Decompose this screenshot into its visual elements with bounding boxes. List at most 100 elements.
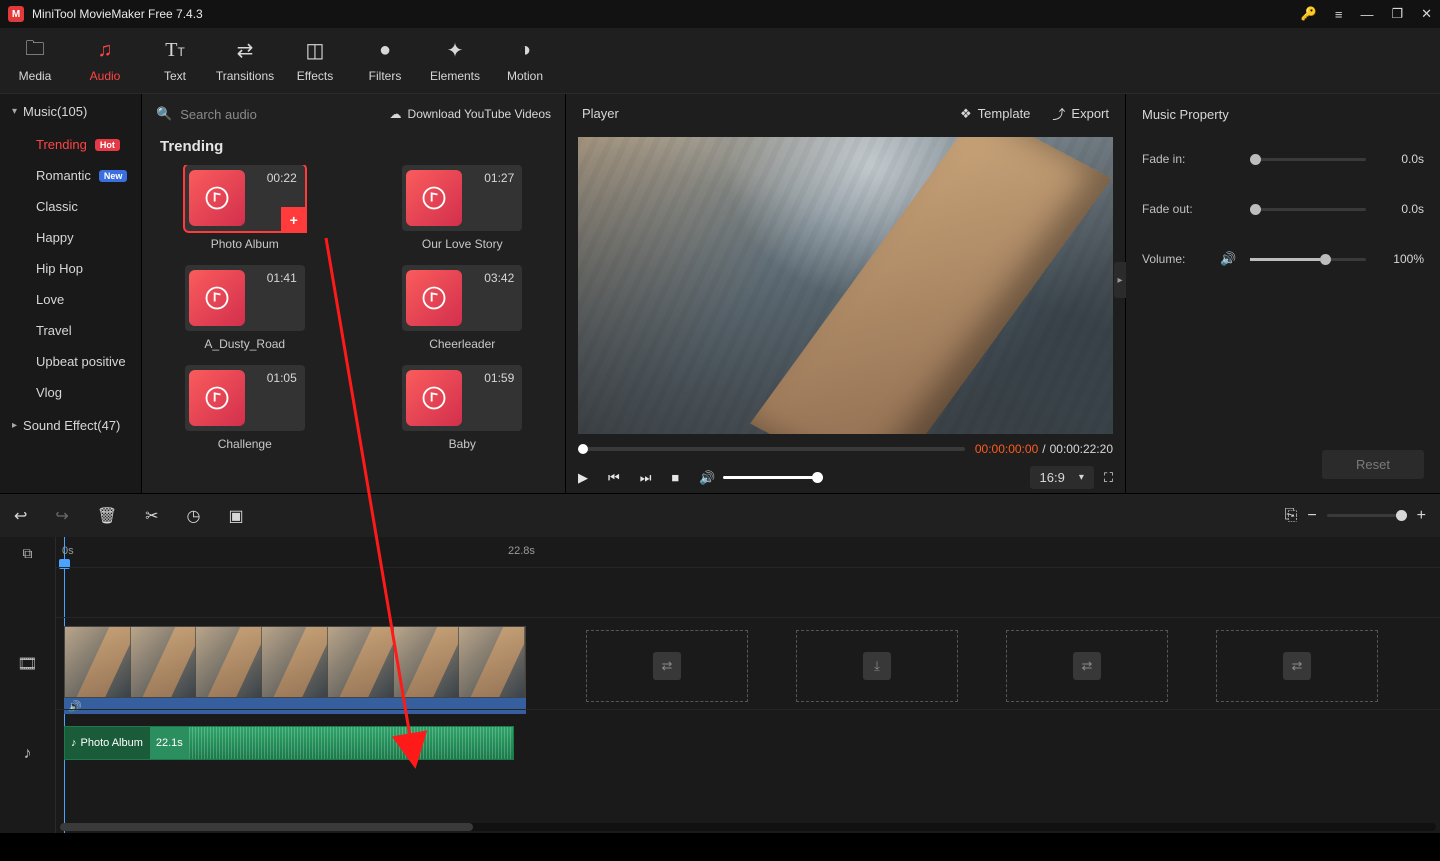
- aspect-ratio-select[interactable]: 16:9 ▾: [1030, 466, 1094, 489]
- sidebar-item-label: Happy: [36, 230, 74, 245]
- sidebar-item-hiphop[interactable]: Hip Hop: [10, 253, 141, 284]
- volume-slider-prop[interactable]: [1250, 258, 1366, 261]
- swap-icon: ⇄: [1073, 652, 1101, 680]
- audio-thumb[interactable]: 03:42: [402, 265, 522, 331]
- sidebar-item-happy[interactable]: Happy: [10, 222, 141, 253]
- audio-card[interactable]: 01:41 A_Dusty_Road: [156, 265, 334, 351]
- close-button[interactable]: ✕: [1421, 6, 1432, 22]
- tab-motion[interactable]: ◑ Motion: [490, 28, 560, 93]
- audio-thumb[interactable]: 01:41: [185, 265, 305, 331]
- properties-panel: ▸ Music Property Fade in: 0.0s Fade out:…: [1126, 94, 1440, 493]
- prev-frame-button[interactable]: ⏮: [608, 470, 620, 486]
- tab-audio[interactable]: ♫ Audio: [70, 28, 140, 93]
- export-icon: ⤴: [1052, 104, 1065, 123]
- overlay-lane[interactable]: [56, 567, 1440, 617]
- transition-slot[interactable]: ⇄: [586, 630, 748, 702]
- fullscreen-button[interactable]: ⛶: [1104, 470, 1113, 486]
- play-button[interactable]: ▶: [578, 470, 588, 486]
- sidebar-item-label: Vlog: [36, 385, 62, 400]
- audio-thumb[interactable]: 00:22 +: [185, 165, 305, 231]
- sidebar-item-romantic[interactable]: Romantic New: [10, 160, 141, 191]
- video-preview[interactable]: [578, 137, 1113, 434]
- audio-card[interactable]: 01:27 Our Love Story: [374, 165, 552, 251]
- undo-button[interactable]: ↩: [14, 506, 27, 526]
- time-sep: /: [1042, 442, 1045, 456]
- transition-slot[interactable]: ⇄: [1006, 630, 1168, 702]
- volume-slider[interactable]: [723, 476, 823, 479]
- audio-card[interactable]: 03:42 Cheerleader: [374, 265, 552, 351]
- next-frame-button[interactable]: ⏭: [640, 470, 652, 486]
- time-current: 00:00:00:00: [975, 442, 1038, 456]
- speed-button[interactable]: ◷: [187, 506, 201, 526]
- audio-card[interactable]: 01:05 Challenge: [156, 365, 334, 451]
- speaker-icon[interactable]: 🔊: [1220, 251, 1240, 267]
- transitions-icon: ⇄: [233, 39, 257, 63]
- fit-timeline-button[interactable]: ⎘: [1285, 507, 1298, 525]
- export-button[interactable]: ⤴ Export: [1052, 104, 1109, 123]
- media-drop-slot[interactable]: ⤓: [796, 630, 958, 702]
- split-button[interactable]: ✂: [145, 506, 158, 526]
- tab-filters[interactable]: ● Filters: [350, 28, 420, 93]
- sidebar-item-upbeat[interactable]: Upbeat positive: [10, 346, 141, 377]
- search-input-wrap[interactable]: 🔍: [156, 106, 330, 122]
- sidebar-item-classic[interactable]: Classic: [10, 191, 141, 222]
- audio-clip[interactable]: ♪ Photo Album 22.1s: [64, 726, 514, 760]
- audio-thumb[interactable]: 01:27: [402, 165, 522, 231]
- playback-progress[interactable]: [578, 447, 965, 451]
- volume-icon[interactable]: 🔊: [699, 470, 715, 486]
- timeline: ⧉ 🎞 ♪ 0s 22.8s 🔊 ⇄ ⇄ ⤓ ⇄ ⇄ ♪: [0, 537, 1440, 833]
- sidebar-item-travel[interactable]: Travel: [10, 315, 141, 346]
- sidebar-item-vlog[interactable]: Vlog: [10, 377, 141, 408]
- sidebar-item-trending[interactable]: Trending Hot: [10, 129, 141, 160]
- sidebar-item-label: Trending: [36, 137, 87, 152]
- tab-media[interactable]: 🗀 Media: [0, 28, 70, 93]
- redo-button[interactable]: ↪: [55, 506, 68, 526]
- badge-hot: Hot: [95, 139, 120, 151]
- panel-collapse-button[interactable]: ▸: [1114, 262, 1126, 298]
- template-label: Template: [978, 106, 1031, 121]
- key-icon[interactable]: 🔑: [1301, 6, 1317, 22]
- add-track-button[interactable]: ⧉: [0, 537, 55, 569]
- zoom-in-button[interactable]: +: [1417, 507, 1426, 525]
- crop-button[interactable]: ▣: [229, 506, 244, 526]
- time-total: 00:00:22:20: [1050, 442, 1113, 456]
- tab-text-label: Text: [164, 69, 186, 83]
- fadeout-slider[interactable]: [1250, 208, 1366, 211]
- audio-card[interactable]: 01:59 Baby: [374, 365, 552, 451]
- zoom-slider[interactable]: [1327, 514, 1407, 517]
- app-logo: M: [8, 6, 24, 22]
- sidebar-group-soundeffect[interactable]: ▸ Sound Effect(47): [0, 408, 141, 443]
- audio-card-photo-album[interactable]: 00:22 + Photo Album: [156, 165, 334, 251]
- tab-text[interactable]: TT Text: [140, 28, 210, 93]
- transition-slot[interactable]: ⇄: [1216, 630, 1378, 702]
- sidebar-group-music[interactable]: ▾ Music(105): [0, 94, 141, 129]
- zoom-out-button[interactable]: −: [1307, 507, 1316, 525]
- player-panel: Player ❖ Template ⤴ Export 00:00:00:00: [566, 94, 1126, 493]
- search-input[interactable]: [180, 107, 330, 122]
- tab-elements[interactable]: ✦ Elements: [420, 28, 490, 93]
- stop-button[interactable]: ■: [671, 470, 679, 485]
- reset-button[interactable]: Reset: [1322, 450, 1424, 479]
- fadein-slider[interactable]: [1250, 158, 1366, 161]
- audio-thumb[interactable]: 01:59: [402, 365, 522, 431]
- titlebar: M MiniTool MovieMaker Free 7.4.3 🔑 ≡ — ❐…: [0, 0, 1440, 28]
- timeline-ruler[interactable]: 0s 22.8s: [56, 537, 1440, 567]
- sidebar-item-love[interactable]: Love: [10, 284, 141, 315]
- delete-button[interactable]: 🗑: [97, 506, 117, 526]
- maximize-button[interactable]: ❐: [1391, 6, 1403, 22]
- download-youtube-link[interactable]: ☁ Download YouTube Videos: [390, 107, 551, 121]
- minimize-button[interactable]: —: [1360, 7, 1373, 22]
- audio-duration: 01:59: [484, 371, 514, 385]
- menu-icon[interactable]: ≡: [1335, 7, 1343, 22]
- video-clip[interactable]: [64, 626, 526, 698]
- video-lane[interactable]: 🔊 ⇄ ⇄ ⤓ ⇄ ⇄: [56, 617, 1440, 709]
- template-button[interactable]: ❖ Template: [960, 106, 1030, 122]
- tab-transitions[interactable]: ⇄ Transitions: [210, 28, 280, 93]
- tab-effects[interactable]: ◫ Effects: [280, 28, 350, 93]
- add-to-timeline-button[interactable]: +: [283, 209, 305, 231]
- timeline-scrollbar[interactable]: [60, 823, 1436, 831]
- timeline-body[interactable]: 0s 22.8s 🔊 ⇄ ⇄ ⤓ ⇄ ⇄ ♪ Photo Album 22.1s: [56, 537, 1440, 833]
- audio-thumb[interactable]: 01:05: [185, 365, 305, 431]
- audio-duration: 01:27: [484, 171, 514, 185]
- audio-lane[interactable]: ♪ Photo Album 22.1s: [56, 709, 1440, 769]
